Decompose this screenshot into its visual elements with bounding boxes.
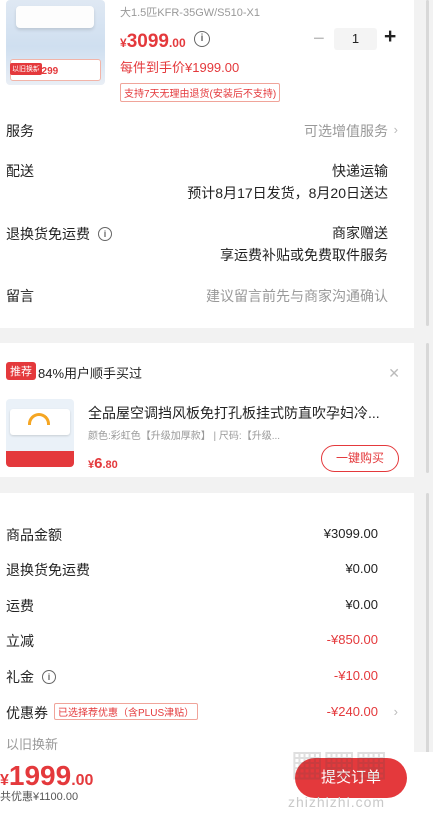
rec-price-decimal: .80 [102, 459, 118, 471]
coupon-label[interactable]: 优惠券 已选择荐优惠（含PLUS津贴） [6, 703, 199, 723]
total-integer: 1999 [8, 760, 72, 791]
trade-in-label: 以旧换新 [6, 737, 59, 752]
recommend-title: 84%用户顺手买过 [38, 366, 143, 381]
air-conditioner-image [16, 6, 94, 28]
scrollbar[interactable] [426, 493, 429, 753]
goods-amount-label: 商品金额 [6, 527, 62, 543]
gift-label: 礼金 i [6, 667, 56, 687]
scrollbar[interactable] [426, 0, 429, 326]
return-freight-label: 退换货免运费 i [6, 224, 112, 244]
product-thumbnail[interactable]: 以旧换新 2299 [6, 0, 105, 85]
unit-price: ¥3099.00 [120, 31, 186, 53]
watermark-text: zhizhizhi.com [288, 794, 386, 810]
recommend-card: 推荐 84%用户顺手买过 ✕ 全品屋空调挡风板免打孔板挂式防直吹孕妇冷... 颜… [0, 343, 414, 477]
thumb-price: 2299 [36, 66, 59, 77]
info-icon[interactable]: i [98, 227, 112, 241]
return-freight-label: 退换货免运费 [6, 562, 90, 578]
recommend-price: ¥6.80 [88, 455, 118, 473]
freight-value: ¥0.00 [345, 597, 378, 612]
price-currency: ¥ [120, 36, 127, 50]
product-card: 以旧换新 2299 大1.5匹KFR-35GW/S510-X1 ¥3099.00… [0, 0, 414, 328]
order-summary: 商品金额 ¥3099.00 退换货免运费 ¥0.00 运费 ¥0.00 立减 -… [0, 493, 414, 753]
sku-spec: 大1.5匹KFR-35GW/S510-X1 [120, 7, 260, 19]
discount-value: -¥850.00 [326, 632, 378, 647]
return-freight-value: 商家赠送 [332, 225, 388, 241]
service-label: 服务 [6, 123, 34, 139]
price-integer: 3099 [126, 31, 169, 52]
message-input[interactable]: 建议留言前先与商家沟通确认 [206, 286, 388, 306]
quantity-input[interactable]: 1 [334, 28, 377, 50]
coupon-value[interactable]: -¥240.00 [327, 704, 378, 719]
return-freight-text: 退换货免运费 [6, 226, 90, 242]
close-icon[interactable]: ✕ [388, 365, 400, 382]
chevron-right-icon[interactable]: › [394, 704, 398, 719]
gift-text: 礼金 [6, 669, 34, 685]
total-saving: 共优惠¥1100.00 [0, 791, 79, 803]
delivery-value[interactable]: 快递运输 [332, 161, 388, 181]
return-freight-value: ¥0.00 [345, 561, 378, 576]
watermark-logo: ▦▦▦ [290, 742, 388, 783]
chevron-right-icon[interactable]: › [394, 122, 398, 137]
goods-amount-value: ¥3099.00 [323, 526, 378, 541]
coupon-text: 优惠券 [6, 705, 48, 721]
coupon-tag: 已选择荐优惠（含PLUS津贴） [54, 703, 199, 720]
total-decimal: .00 [71, 772, 94, 789]
price-decimal: .00 [168, 36, 186, 50]
recommend-product-name[interactable]: 全品屋空调挡风板免打孔板挂式防直吹孕妇冷... [88, 403, 400, 423]
recommend-product-spec: 颜色:彩虹色【升级加厚款】 | 尺码:【升级... [88, 431, 281, 442]
promo-strip [6, 451, 74, 467]
scrollbar[interactable] [426, 343, 429, 473]
increase-quantity-button[interactable]: + [384, 25, 396, 49]
recommend-product-image[interactable] [6, 399, 74, 467]
info-icon[interactable]: i [42, 670, 56, 684]
delivery-date: 预计8月17日发货，8月20日送达 [187, 185, 388, 201]
return-policy-tag: 支持7天无理由退货(安装后不支持) [120, 83, 281, 102]
discount-label: 立减 [6, 633, 34, 649]
checkout-bar: ¥1999.00 共优惠¥1100.00 提交订单 ▦▦▦ zhizhizhi.… [0, 742, 433, 818]
info-icon[interactable]: i [194, 31, 210, 47]
freight-label: 运费 [6, 598, 34, 614]
total-currency: ¥ [0, 772, 9, 789]
final-price: 每件到手价¥1999.00 [120, 60, 240, 75]
return-freight-detail: 享运费补贴或免费取件服务 [220, 247, 388, 263]
recommend-tag: 推荐 [6, 362, 36, 380]
service-value[interactable]: 可选增值服务 [304, 121, 388, 141]
delivery-label: 配送 [6, 163, 34, 179]
gift-value: -¥10.00 [333, 668, 378, 683]
decrease-quantity-button[interactable]: − [313, 28, 325, 51]
message-label: 留言 [6, 288, 34, 304]
quick-buy-button[interactable]: 一键购买 [321, 445, 399, 472]
